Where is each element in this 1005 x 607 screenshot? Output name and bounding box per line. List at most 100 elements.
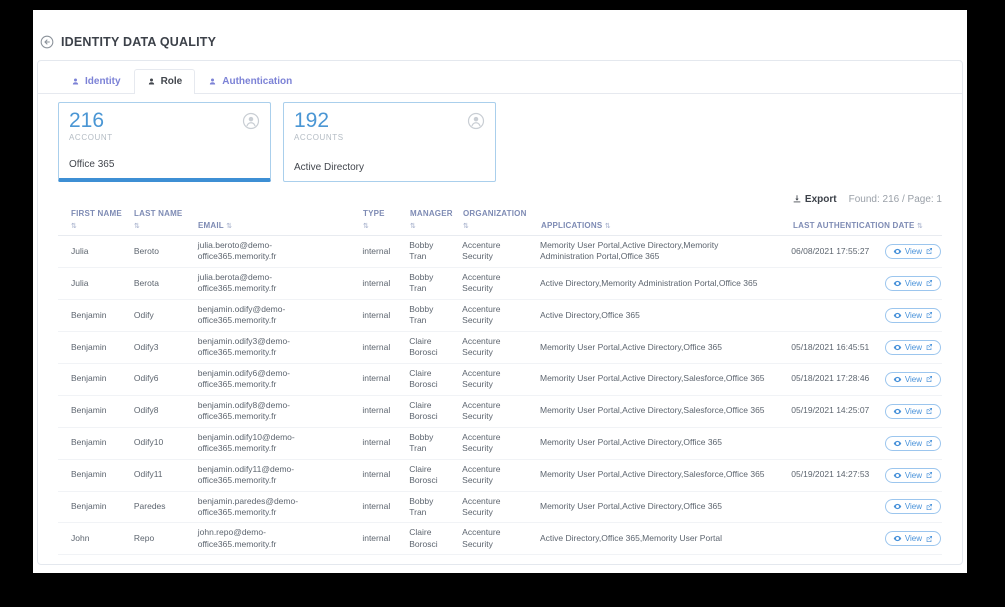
user-icon [147,77,156,86]
table-body: Julia Beroto julia.beroto@demo-office365… [58,236,942,555]
identity-data-quality-page: IDENTITY DATA QUALITY Identity Role Auth… [33,10,967,573]
found-count-text: Found: 216 / Page: 1 [849,194,942,205]
external-link-icon [925,471,933,479]
column-header-manager[interactable]: MANAGER ⇅ [397,208,450,232]
column-header-applications[interactable]: APPLICATIONS ⇅ [528,220,780,232]
eye-icon [893,439,902,448]
cell-organization: Accenture Security [449,492,527,523]
screen: IDENTITY DATA QUALITY Identity Role Auth… [0,0,1005,607]
cell-manager: Bobby Tran [396,428,449,459]
view-label: View [905,343,922,352]
view-label: View [905,439,922,448]
cell-email: john.repo@demo-office365.memority.fr [185,523,350,554]
cell-last-authentication-date [778,535,888,543]
cell-type: internal [349,401,396,420]
column-header-last-name[interactable]: LAST NAME ⇅ [121,208,185,232]
cell-last-name: Paredes [121,497,185,516]
cell-applications: Memority User Portal,Active Directory,Me… [527,236,778,267]
sort-icon[interactable]: ⇅ [605,222,611,230]
column-header-organization[interactable]: ORGANIZATION ⇅ [450,208,528,232]
cell-manager: Bobby Tran [396,236,449,267]
view-button[interactable]: View [885,340,941,355]
tab-role[interactable]: Role [134,69,196,94]
cell-actions: View [888,468,942,483]
cell-type: internal [349,497,396,516]
cell-email: benjamin.odify10@demo-office365.memority… [185,428,350,459]
user-circle-icon [242,112,260,130]
view-button[interactable]: View [885,372,941,387]
view-label: View [905,311,922,320]
next-page-button[interactable]: › [891,564,911,565]
cell-actions: View [888,308,942,323]
view-button[interactable]: View [885,244,941,259]
eye-icon [893,311,902,320]
view-button[interactable]: View [885,404,941,419]
cell-last-name: Berota [121,274,185,293]
cell-last-name: Odify [121,306,185,325]
external-link-icon [925,311,933,319]
cell-last-name: Odify3 [121,338,185,357]
sort-icon[interactable]: ⇅ [134,222,140,230]
view-button[interactable]: View [885,308,941,323]
cell-type: internal [349,529,396,548]
cell-applications: Memority User Portal,Active Directory,Sa… [527,465,778,484]
tab-content: 216 ACCOUNT Office 365 192 ACCOUNTS Acti… [38,94,962,565]
view-button[interactable]: View [885,276,941,291]
cell-manager: Bobby Tran [396,492,449,523]
page-number-input[interactable] [855,564,885,565]
account-count: 216 [69,110,260,132]
page-header: IDENTITY DATA QUALITY [33,10,967,60]
stat-card-active-directory[interactable]: 192 ACCOUNTS Active Directory [283,102,496,182]
tab-authentication[interactable]: Authentication [195,69,305,94]
view-button[interactable]: View [885,499,941,514]
sort-icon[interactable]: ⇅ [71,222,77,230]
external-link-icon [925,503,933,511]
cell-type: internal [349,306,396,325]
cell-type: internal [349,433,396,452]
view-button[interactable]: View [885,468,941,483]
cell-last-authentication-date [778,311,888,319]
column-header-email[interactable]: EMAIL ⇅ [185,220,350,232]
cell-last-authentication-date [778,503,888,511]
table-row: Julia Beroto julia.beroto@demo-office365… [58,236,942,268]
stat-card-office365[interactable]: 216 ACCOUNT Office 365 [58,102,271,182]
export-button[interactable]: Export [792,194,837,205]
table-row: Benjamin Odify11 benjamin.odify11@demo-o… [58,460,942,492]
cell-manager: Bobby Tran [396,268,449,299]
cell-organization: Accenture Security [449,460,527,491]
cell-organization: Accenture Security [449,300,527,331]
tab-label: Identity [85,76,121,87]
sort-icon[interactable]: ⇅ [363,222,369,230]
column-header-first-name[interactable]: FIRST NAME ⇅ [58,208,121,232]
cell-organization: Accenture Security [449,523,527,554]
cell-organization: Accenture Security [449,396,527,427]
view-button[interactable]: View [885,436,941,451]
page-size-select[interactable]: 10 ⌄ [781,564,823,565]
sort-icon[interactable]: ⇅ [410,222,416,230]
table-row: Benjamin Odify10 benjamin.odify10@demo-o… [58,428,942,460]
tab-identity[interactable]: Identity [58,69,134,94]
cell-type: internal [349,242,396,261]
pagination: 10 ⌄ ‹ › of 22 [781,564,941,565]
cell-actions: View [888,276,942,291]
cell-manager: Claire Borosci [396,332,449,363]
view-button[interactable]: View [885,531,941,546]
tab-label: Authentication [222,76,292,87]
column-header-last-authentication-date[interactable]: LAST AUTHENTICATION DATE ⇅ [780,220,890,232]
cell-actions: View [888,372,942,387]
view-label: View [905,471,922,480]
cell-manager: Claire Borosci [396,523,449,554]
external-link-icon [925,247,933,255]
column-header-type[interactable]: TYPE ⇅ [350,208,397,232]
external-link-icon [925,535,933,543]
cell-first-name: Benjamin [58,306,121,325]
back-icon[interactable] [40,35,54,49]
cell-last-authentication-date: 05/19/2021 14:27:53 [778,465,888,484]
prev-page-button[interactable]: ‹ [829,564,849,565]
sort-icon[interactable]: ⇅ [226,222,232,230]
sort-icon[interactable]: ⇅ [463,222,469,230]
external-link-icon [925,375,933,383]
sort-icon[interactable]: ⇅ [917,222,923,230]
cell-email: benjamin.odify11@demo-office365.memority… [185,460,350,491]
table-footer: 216 items 10 ⌄ ‹ › of 22 [58,555,942,565]
